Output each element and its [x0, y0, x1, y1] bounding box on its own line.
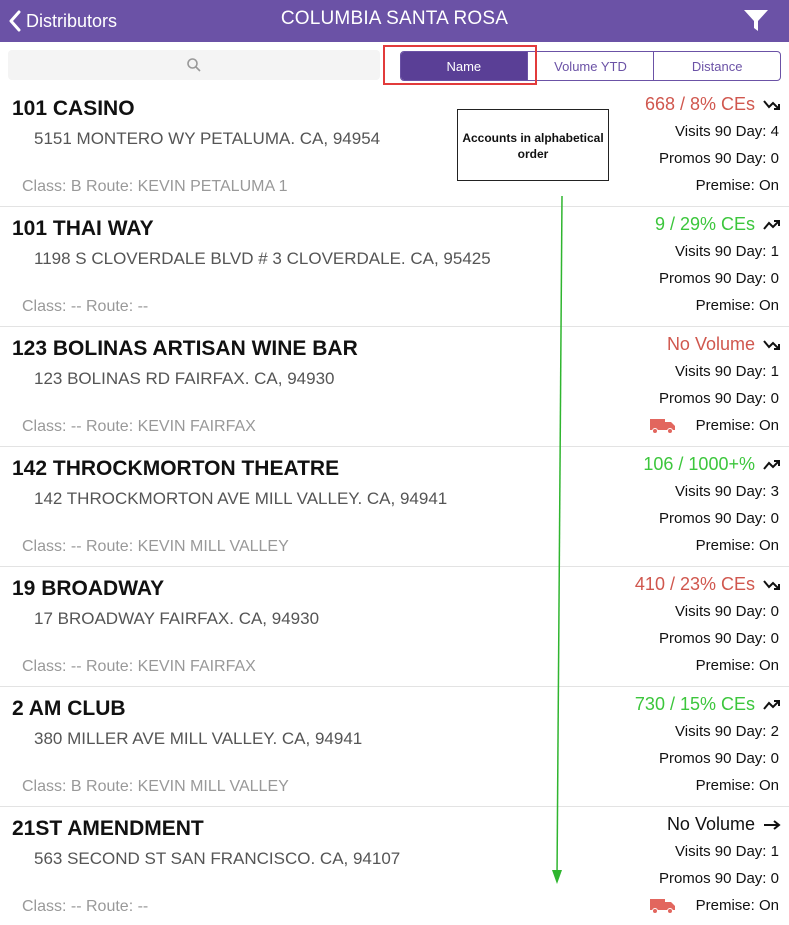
account-class-route: Class: -- Route: KEVIN MILL VALLEY	[22, 538, 289, 555]
account-address: 380 MILLER AVE MILL VALLEY. CA, 94941	[34, 729, 363, 748]
account-address: 123 BOLINAS RD FAIRFAX. CA, 94930	[34, 369, 335, 388]
down-arrow-annotation	[552, 195, 563, 884]
promos-90-day: Promos 90 Day: 0	[658, 150, 779, 167]
account-class-route: Class: B Route: KEVIN MILL VALLEY	[22, 778, 289, 795]
account-class-route: Class: -- Route: --	[22, 898, 149, 915]
premise-status: Premise: On	[695, 417, 779, 434]
account-row[interactable]: 101 THAI WAY 1198 S CLOVERDALE BLVD # 3 C…	[0, 207, 789, 327]
premise-status: Premise: On	[695, 897, 779, 914]
annotation-callout: Accounts in alphabetical order	[457, 109, 609, 181]
volume-indicator: 106 / 1000+%	[643, 454, 781, 475]
visits-90-day: Visits 90 Day: 2	[675, 723, 779, 740]
filter-icon[interactable]	[743, 7, 769, 33]
account-class-route: Class: -- Route: KEVIN FAIRFAX	[22, 418, 256, 435]
search-input[interactable]	[8, 50, 380, 80]
visits-90-day: Visits 90 Day: 3	[675, 483, 779, 500]
account-row[interactable]: 142 THROCKMORTON THEATRE 142 THROCKMORTON…	[0, 447, 789, 567]
account-row[interactable]: 2 AM CLUB 380 MILLER AVE MILL VALLEY. CA,…	[0, 687, 789, 807]
volume-indicator: No Volume	[667, 334, 781, 355]
account-class-route: Class: B Route: KEVIN PETALUMA 1	[22, 178, 288, 195]
promos-90-day: Promos 90 Day: 0	[658, 750, 779, 767]
truck-icon	[650, 419, 675, 434]
promos-90-day: Promos 90 Day: 0	[658, 510, 779, 527]
volume-indicator: 730 / 15% CEs	[635, 694, 781, 715]
premise-status: Premise: On	[695, 777, 779, 794]
down-trend-icon	[763, 99, 780, 110]
account-address: 17 BROADWAY FAIRFAX. CA, 94930	[34, 609, 320, 628]
account-class-route: Class: -- Route: --	[22, 298, 149, 315]
account-name: 2 AM CLUB	[12, 697, 126, 720]
visits-90-day: Visits 90 Day: 1	[675, 243, 779, 260]
up-trend-icon	[763, 699, 780, 710]
flat-trend-icon	[764, 819, 781, 830]
account-list: 101 CASINO 5151 MONTERO WY PETALUMA. CA, …	[0, 87, 789, 925]
page-title: COLUMBIA SANTA ROSA	[280, 8, 509, 29]
volume-indicator: 9 / 29% CEs	[655, 214, 781, 235]
visits-90-day: Visits 90 Day: 4	[675, 123, 779, 140]
up-trend-icon	[763, 459, 780, 470]
truck-icon	[650, 899, 675, 914]
visits-90-day: Visits 90 Day: 1	[675, 363, 779, 380]
account-address: 5151 MONTERO WY PETALUMA. CA, 94954	[34, 129, 381, 148]
account-name: 142 THROCKMORTON THEATRE	[12, 457, 340, 480]
promos-90-day: Promos 90 Day: 0	[658, 270, 779, 287]
volume-text: 410 / 23% CEs	[634, 574, 755, 594]
account-row[interactable]: 123 BOLINAS ARTISAN WINE BAR 123 BOLINAS …	[0, 327, 789, 447]
visits-90-day: Visits 90 Day: 0	[675, 603, 779, 620]
volume-text: 730 / 15% CEs	[634, 694, 755, 714]
search-bar[interactable]	[8, 50, 380, 80]
volume-indicator: No Volume	[667, 814, 781, 835]
nav-bar: Distributors COLUMBIA SANTA ROSA	[0, 0, 789, 42]
premise-status: Premise: On	[695, 177, 779, 194]
volume-indicator: 668 / 8% CEs	[645, 94, 781, 115]
volume-text: No Volume	[666, 814, 755, 834]
account-row[interactable]: 21ST AMENDMENT 563 SECOND ST SAN FRANCISC…	[0, 807, 789, 925]
account-name: 21ST AMENDMENT	[12, 817, 204, 840]
volume-text: 106 / 1000+%	[643, 454, 755, 474]
down-trend-icon	[763, 579, 780, 590]
account-address: 1198 S CLOVERDALE BLVD # 3 CLOVERDALE. C…	[34, 249, 491, 268]
volume-text: 668 / 8% CEs	[644, 94, 755, 114]
highlight-box	[383, 45, 537, 85]
promos-90-day: Promos 90 Day: 0	[658, 630, 779, 647]
sort-volume-ytd-button[interactable]: Volume YTD	[526, 52, 654, 80]
premise-status: Premise: On	[695, 297, 779, 314]
volume-text: No Volume	[666, 334, 755, 354]
account-name: 101 CASINO	[12, 97, 135, 120]
promos-90-day: Promos 90 Day: 0	[658, 870, 779, 887]
visits-90-day: Visits 90 Day: 1	[675, 843, 779, 860]
account-class-route: Class: -- Route: KEVIN FAIRFAX	[22, 658, 256, 675]
account-address: 563 SECOND ST SAN FRANCISCO. CA, 94107	[34, 849, 401, 868]
account-row[interactable]: 101 CASINO 5151 MONTERO WY PETALUMA. CA, …	[0, 87, 789, 207]
down-trend-icon	[763, 339, 780, 350]
account-name: 19 BROADWAY	[12, 577, 165, 600]
volume-indicator: 410 / 23% CEs	[635, 574, 781, 595]
account-name: 101 THAI WAY	[12, 217, 154, 240]
premise-status: Premise: On	[695, 657, 779, 674]
account-address: 142 THROCKMORTON AVE MILL VALLEY. CA, 94…	[34, 489, 448, 508]
account-name: 123 BOLINAS ARTISAN WINE BAR	[12, 337, 358, 360]
up-trend-icon	[763, 219, 780, 230]
sort-distance-button[interactable]: Distance	[653, 52, 780, 80]
promos-90-day: Promos 90 Day: 0	[658, 390, 779, 407]
volume-text: 9 / 29% CEs	[654, 214, 755, 234]
account-row[interactable]: 19 BROADWAY 17 BROADWAY FAIRFAX. CA, 9493…	[0, 567, 789, 687]
premise-status: Premise: On	[695, 537, 779, 554]
